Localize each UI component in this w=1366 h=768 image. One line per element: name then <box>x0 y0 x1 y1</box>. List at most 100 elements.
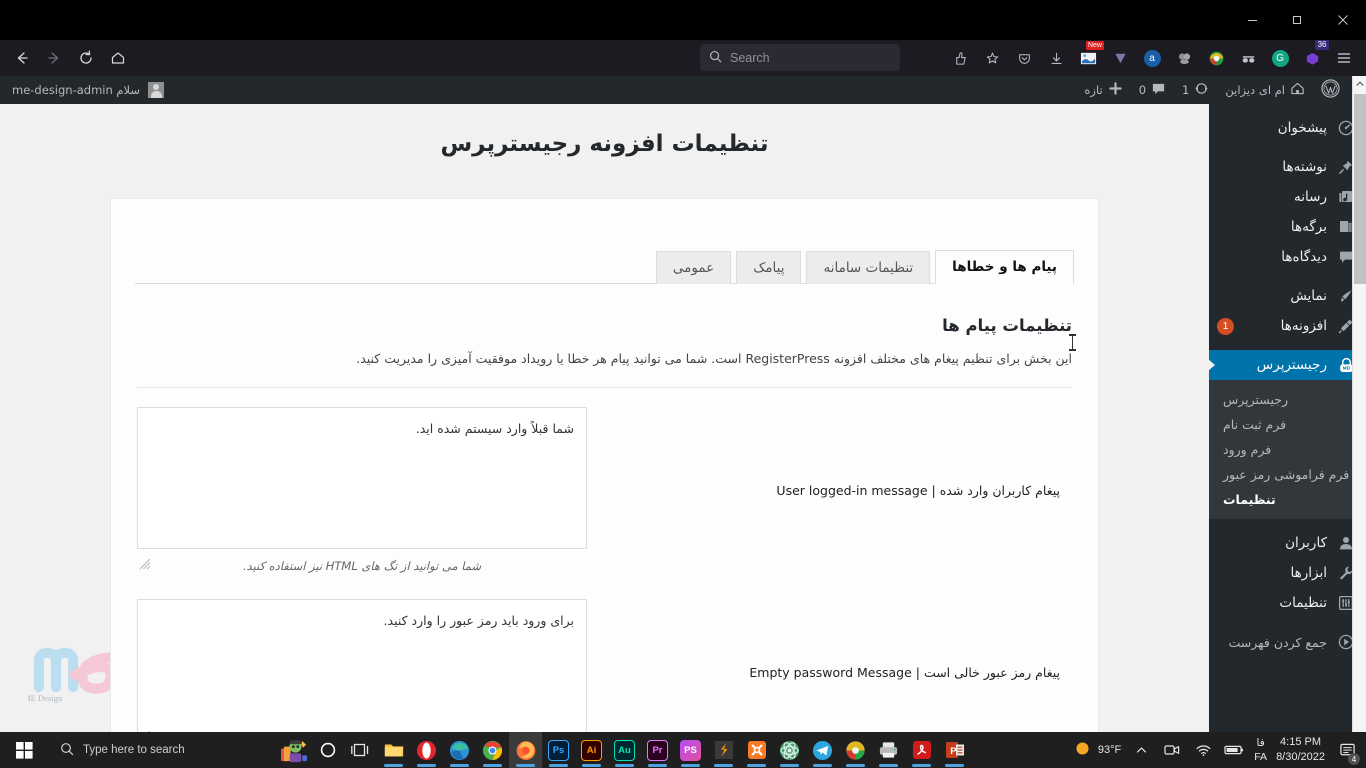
submenu-item-login-form[interactable]: فرم ورود <box>1209 437 1366 462</box>
new-content-menu[interactable]: تازه <box>1076 76 1130 104</box>
field-input-wrapper <box>137 599 587 745</box>
powerpoint-icon[interactable]: P <box>938 732 971 768</box>
search-input[interactable]: Search <box>700 44 900 71</box>
atom-icon[interactable] <box>773 732 806 768</box>
site-name-menu[interactable]: ام ای دیزاین <box>1217 76 1313 104</box>
extension-badge: New <box>1085 41 1104 50</box>
opera-icon[interactable] <box>410 732 443 768</box>
battery-icon[interactable] <box>1223 732 1245 768</box>
greasemonkey-icon[interactable] <box>1170 44 1198 72</box>
firefox-icon[interactable] <box>509 732 542 768</box>
sidebar-item-label: رسانه <box>1294 189 1327 205</box>
home-icon <box>1290 81 1305 99</box>
clock[interactable]: 4:15 PM 8/30/2022 <box>1276 735 1325 765</box>
illustrator-icon[interactable]: Ai <box>575 732 608 768</box>
wordpress-icon <box>1321 79 1340 101</box>
chrome-icon[interactable] <box>476 732 509 768</box>
sidebar-item-settings[interactable]: تنظیمات <box>1209 588 1366 618</box>
tab-messages-and-errors[interactable]: پیام ها و خطاها <box>935 250 1074 284</box>
windows-start-icon[interactable] <box>0 732 48 768</box>
adblock-icon[interactable]: a <box>1138 44 1166 72</box>
svg-text:MD: MD <box>1342 365 1350 371</box>
sidebar-item-pages[interactable]: برگه‌ها <box>1209 212 1366 242</box>
telegram-icon[interactable] <box>806 732 839 768</box>
scrollbar-thumb[interactable] <box>1354 94 1366 284</box>
section-heading: تنظیمات پیام ها <box>942 316 1072 335</box>
snipping-extension-icon[interactable]: New <box>1074 41 1104 72</box>
submenu-item-registerpress[interactable]: رجیسترپرس <box>1209 387 1366 412</box>
page-scrollbar[interactable] <box>1352 76 1366 750</box>
wp-admin-content: ME Design تنظیمات افزونه رجیسترپرس پیام … <box>0 104 1209 750</box>
updates-menu[interactable]: 1 <box>1174 76 1217 104</box>
purple-extension-icon[interactable]: 36 <box>1298 40 1329 72</box>
downloads-icon[interactable] <box>1042 44 1070 72</box>
sidebar-item-posts[interactable]: نوشته‌ها <box>1209 152 1366 182</box>
sidebar-item-dashboard[interactable]: پیشخوان <box>1209 113 1366 143</box>
cortana-icon[interactable] <box>311 732 344 768</box>
sidebar-item-tools[interactable]: ابزارها <box>1209 558 1366 588</box>
tab-sms[interactable]: پیامک <box>736 251 802 284</box>
sidebar-item-media[interactable]: رسانه <box>1209 182 1366 212</box>
sidebar-item-registerpress[interactable]: MD رجیسترپرس <box>1209 350 1366 380</box>
sidebar-item-users[interactable]: کاربران <box>1209 528 1366 558</box>
language-indicator[interactable]: فا FA <box>1254 736 1267 764</box>
xampp-icon[interactable] <box>740 732 773 768</box>
settings-tabs: پیام ها و خطاها تنظیمات سامانه پیامک عمو… <box>135 226 1074 284</box>
minimize-icon[interactable] <box>1230 0 1275 40</box>
task-view-icon[interactable] <box>344 732 377 768</box>
sublime-icon[interactable] <box>707 732 740 768</box>
audition-icon[interactable]: Au <box>608 732 641 768</box>
idm-icon[interactable] <box>839 732 872 768</box>
comments-menu[interactable]: 0 <box>1131 76 1174 104</box>
bookmark-star-icon[interactable] <box>978 44 1006 72</box>
my-account-menu[interactable]: سلام me-design-admin <box>4 76 172 104</box>
meet-now-icon[interactable] <box>1161 732 1183 768</box>
shield-icon[interactable] <box>1010 44 1038 72</box>
taskbar-search-input[interactable]: Type here to search <box>48 732 278 768</box>
updates-icon <box>1194 81 1209 99</box>
forward-icon[interactable] <box>40 45 68 71</box>
taskbar-avatar-icon[interactable] <box>278 732 311 768</box>
submenu-item-forgot-password-form[interactable]: فرم فراموشی رمز عبور <box>1209 462 1366 487</box>
submenu-item-signup-form[interactable]: فرم ثبت نام <box>1209 412 1366 437</box>
printer-icon[interactable] <box>872 732 905 768</box>
maximize-icon[interactable] <box>1275 0 1320 40</box>
file-explorer-icon[interactable] <box>377 732 410 768</box>
search-placeholder: Search <box>730 50 770 65</box>
grammarly-icon[interactable]: G <box>1266 44 1294 72</box>
acrobat-icon[interactable] <box>905 732 938 768</box>
section-divider <box>137 387 1072 388</box>
photoshop-icon[interactable]: Ps <box>542 732 575 768</box>
home-icon[interactable] <box>104 45 132 71</box>
phpstorm-icon[interactable]: PS <box>674 732 707 768</box>
back-icon[interactable] <box>8 45 36 71</box>
edge-icon[interactable] <box>443 732 476 768</box>
sidebar-item-appearance[interactable]: نمایش <box>1209 281 1366 311</box>
weather-widget[interactable]: 93°F <box>1074 740 1121 760</box>
video-downloadhelper-icon[interactable] <box>1106 44 1134 72</box>
sidebar-item-comments[interactable]: دیدگاه‌ها <box>1209 242 1366 272</box>
notifications-icon[interactable]: 4 <box>1334 732 1360 768</box>
app-menu-icon[interactable] <box>1330 44 1358 72</box>
close-icon[interactable] <box>1320 0 1365 40</box>
pocket-save-icon[interactable] <box>946 44 974 72</box>
wordpress-logo-menu[interactable] <box>1313 76 1348 104</box>
tab-general[interactable]: عمومی <box>655 251 732 284</box>
empty-password-message-textarea[interactable] <box>137 599 587 741</box>
user-logged-in-message-textarea[interactable] <box>137 407 587 549</box>
scroll-up-arrow-icon[interactable] <box>1353 76 1366 92</box>
incognito-extension-icon[interactable] <box>1234 44 1262 72</box>
reload-icon[interactable] <box>72 45 100 71</box>
tab-system-settings[interactable]: تنظیمات سامانه <box>806 251 931 284</box>
sidebar-item-plugins[interactable]: افزونه‌ها 1 <box>1209 311 1366 341</box>
sidebar-collapse-button[interactable]: جمع کردن فهرست <box>1209 627 1366 657</box>
wifi-icon[interactable] <box>1192 732 1214 768</box>
premiere-icon[interactable]: Pr <box>641 732 674 768</box>
sidebar-item-label: رجیسترپرس <box>1256 357 1327 373</box>
submenu-item-settings[interactable]: تنظیمات <box>1209 487 1366 512</box>
show-hidden-icons-icon[interactable] <box>1130 732 1152 768</box>
submenu-label: تنظیمات <box>1223 492 1276 507</box>
idm-extension-icon[interactable] <box>1202 44 1230 72</box>
taskbar-search-placeholder: Type here to search <box>83 744 185 756</box>
